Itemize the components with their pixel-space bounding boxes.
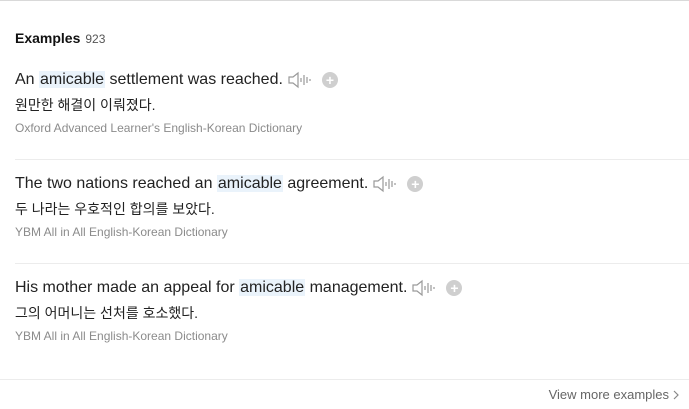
chevron-right-icon	[673, 390, 679, 399]
sentence-text: agreement.	[282, 175, 369, 192]
examples-title: Examples	[15, 30, 81, 46]
example-sentence-row: An amicable settlement was reached. +	[15, 69, 338, 91]
example-sentence-row: His mother made an appeal for amicable m…	[15, 277, 463, 299]
example-sentence: His mother made an appeal for amicable m…	[15, 279, 407, 297]
highlighted-word[interactable]: amicable	[39, 71, 106, 88]
example-source[interactable]: YBM All in All English-Korean Dictionary	[15, 225, 228, 239]
example-item: The two nations reached an amicable agre…	[0, 160, 689, 264]
examples-count: 923	[85, 32, 106, 46]
speaker-icon[interactable]	[373, 175, 397, 193]
example-item: His mother made an appeal for amicable m…	[0, 264, 689, 368]
view-more-examples-link[interactable]: View more examples	[549, 387, 679, 402]
example-sentence-row: The two nations reached an amicable agre…	[15, 173, 424, 195]
example-item: An amicable settlement was reached. + 원만…	[0, 56, 689, 160]
sentence-text: The two nations reached an	[15, 175, 217, 192]
example-sentence: An amicable settlement was reached.	[15, 71, 283, 89]
highlighted-word[interactable]: amicable	[239, 279, 306, 296]
add-to-wordbook-icon[interactable]: +	[321, 72, 338, 88]
examples-header: Examples 923	[15, 30, 105, 46]
view-more-label: View more examples	[548, 387, 669, 402]
sentence-text: settlement was reached.	[105, 71, 283, 88]
add-to-wordbook-icon[interactable]: +	[446, 280, 463, 296]
example-translation: 두 나라는 우호적인 합의를 보았다.	[15, 201, 215, 217]
example-translation: 원만한 해결이 이뤄졌다.	[15, 97, 156, 113]
example-translation: 그의 어머니는 선처를 호소했다.	[15, 305, 198, 321]
example-sentence: The two nations reached an amicable agre…	[15, 175, 368, 193]
sentence-text: His mother made an appeal for	[15, 279, 240, 296]
example-source[interactable]: Oxford Advanced Learner's English-Korean…	[15, 121, 302, 135]
highlighted-word[interactable]: amicable	[216, 175, 283, 192]
speaker-icon[interactable]	[412, 279, 436, 297]
example-source[interactable]: YBM All in All English-Korean Dictionary	[15, 329, 228, 343]
speaker-icon[interactable]	[288, 71, 312, 89]
sentence-text: An	[15, 71, 40, 88]
examples-panel: Examples 923 An amicable settlement was …	[0, 0, 689, 409]
add-to-wordbook-icon[interactable]: +	[407, 176, 424, 192]
examples-footer: View more examples	[0, 379, 689, 409]
sentence-text: management.	[305, 279, 408, 296]
